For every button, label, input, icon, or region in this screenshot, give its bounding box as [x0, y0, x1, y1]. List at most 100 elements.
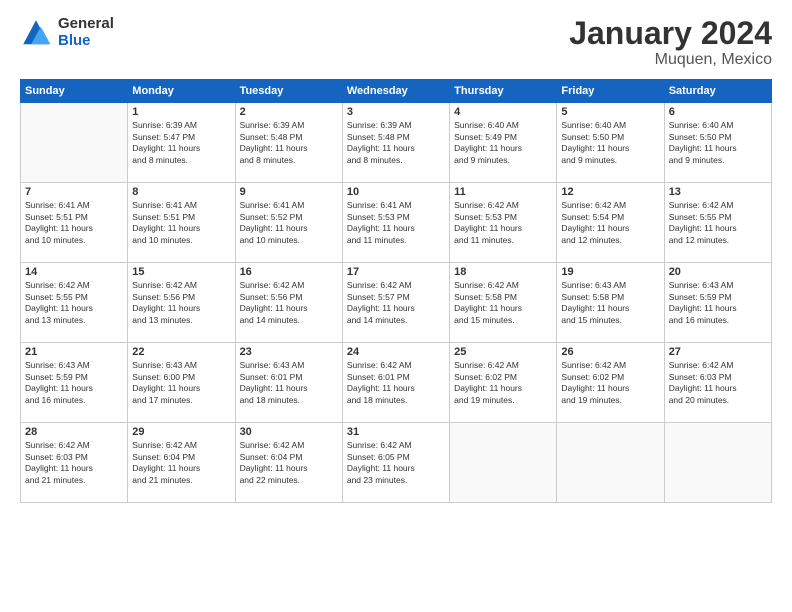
calendar-cell: 5 Sunrise: 6:40 AM Sunset: 5:50 PM Daylig… [557, 103, 664, 183]
day-number: 15 [132, 266, 230, 278]
day-info: Sunrise: 6:43 AM Sunset: 6:01 PM Dayligh… [240, 360, 338, 406]
day-number: 24 [347, 346, 445, 358]
calendar-cell: 6 Sunrise: 6:40 AM Sunset: 5:50 PM Daylig… [664, 103, 771, 183]
calendar-cell [664, 423, 771, 503]
day-number: 5 [561, 106, 659, 118]
day-number: 11 [454, 186, 552, 198]
calendar-cell: 29Sunrise: 6:42 AM Sunset: 6:04 PM Dayli… [128, 423, 235, 503]
title-block: January 2024 Muquen, Mexico [569, 16, 772, 69]
page-header: General Blue January 2024 Muquen, Mexico [20, 16, 772, 69]
day-info: Sunrise: 6:39 AM Sunset: 5:48 PM Dayligh… [240, 120, 338, 166]
day-info: Sunrise: 6:42 AM Sunset: 6:05 PM Dayligh… [347, 440, 445, 486]
day-number: 29 [132, 426, 230, 438]
calendar-cell: 10Sunrise: 6:41 AM Sunset: 5:53 PM Dayli… [342, 183, 449, 263]
day-info: Sunrise: 6:42 AM Sunset: 6:01 PM Dayligh… [347, 360, 445, 406]
day-info: Sunrise: 6:42 AM Sunset: 5:56 PM Dayligh… [132, 280, 230, 326]
day-header-friday: Friday [557, 80, 664, 103]
day-info: Sunrise: 6:42 AM Sunset: 5:56 PM Dayligh… [240, 280, 338, 326]
day-header-tuesday: Tuesday [235, 80, 342, 103]
day-info: Sunrise: 6:43 AM Sunset: 5:59 PM Dayligh… [669, 280, 767, 326]
day-number: 23 [240, 346, 338, 358]
day-header-monday: Monday [128, 80, 235, 103]
day-number: 18 [454, 266, 552, 278]
calendar-cell [557, 423, 664, 503]
day-info: Sunrise: 6:42 AM Sunset: 6:02 PM Dayligh… [454, 360, 552, 406]
day-number: 6 [669, 106, 767, 118]
logo-blue: Blue [58, 33, 114, 50]
calendar-header: SundayMondayTuesdayWednesdayThursdayFrid… [21, 80, 772, 103]
calendar-subtitle: Muquen, Mexico [569, 51, 772, 69]
day-number: 13 [669, 186, 767, 198]
day-number: 9 [240, 186, 338, 198]
day-number: 20 [669, 266, 767, 278]
day-info: Sunrise: 6:39 AM Sunset: 5:47 PM Dayligh… [132, 120, 230, 166]
day-info: Sunrise: 6:42 AM Sunset: 5:57 PM Dayligh… [347, 280, 445, 326]
day-header-sunday: Sunday [21, 80, 128, 103]
calendar-cell: 17 Sunrise: 6:42 AM Sunset: 5:57 PM Dayli… [342, 263, 449, 343]
calendar-cell: 27 Sunrise: 6:42 AM Sunset: 6:03 PM Dayli… [664, 343, 771, 423]
calendar-cell: 30Sunrise: 6:42 AM Sunset: 6:04 PM Dayli… [235, 423, 342, 503]
day-header-saturday: Saturday [664, 80, 771, 103]
calendar-cell: 8 Sunrise: 6:41 AM Sunset: 5:51 PM Daylig… [128, 183, 235, 263]
calendar-cell: 9 Sunrise: 6:41 AM Sunset: 5:52 PM Daylig… [235, 183, 342, 263]
day-number: 31 [347, 426, 445, 438]
calendar-table: SundayMondayTuesdayWednesdayThursdayFrid… [20, 79, 772, 503]
day-number: 26 [561, 346, 659, 358]
calendar-cell: 2 Sunrise: 6:39 AM Sunset: 5:48 PM Daylig… [235, 103, 342, 183]
day-info: Sunrise: 6:42 AM Sunset: 5:55 PM Dayligh… [25, 280, 123, 326]
day-info: Sunrise: 6:42 AM Sunset: 5:53 PM Dayligh… [454, 200, 552, 246]
day-info: Sunrise: 6:40 AM Sunset: 5:50 PM Dayligh… [669, 120, 767, 166]
calendar-cell: 26 Sunrise: 6:42 AM Sunset: 6:02 PM Dayli… [557, 343, 664, 423]
day-number: 8 [132, 186, 230, 198]
day-info: Sunrise: 6:42 AM Sunset: 6:02 PM Dayligh… [561, 360, 659, 406]
day-number: 3 [347, 106, 445, 118]
calendar-cell: 1 Sunrise: 6:39 AM Sunset: 5:47 PM Daylig… [128, 103, 235, 183]
day-number: 14 [25, 266, 123, 278]
calendar-cell: 22 Sunrise: 6:43 AM Sunset: 6:00 PM Dayli… [128, 343, 235, 423]
day-number: 28 [25, 426, 123, 438]
calendar-cell: 25 Sunrise: 6:42 AM Sunset: 6:02 PM Dayli… [450, 343, 557, 423]
day-info: Sunrise: 6:40 AM Sunset: 5:50 PM Dayligh… [561, 120, 659, 166]
calendar-cell: 13 Sunrise: 6:42 AM Sunset: 5:55 PM Dayli… [664, 183, 771, 263]
day-info: Sunrise: 6:41 AM Sunset: 5:52 PM Dayligh… [240, 200, 338, 246]
calendar-cell [21, 103, 128, 183]
calendar-cell: 16 Sunrise: 6:42 AM Sunset: 5:56 PM Dayli… [235, 263, 342, 343]
day-info: Sunrise: 6:43 AM Sunset: 6:00 PM Dayligh… [132, 360, 230, 406]
day-number: 27 [669, 346, 767, 358]
day-number: 30 [240, 426, 338, 438]
calendar-cell: 18 Sunrise: 6:42 AM Sunset: 5:58 PM Dayli… [450, 263, 557, 343]
day-info: Sunrise: 6:40 AM Sunset: 5:49 PM Dayligh… [454, 120, 552, 166]
day-info: Sunrise: 6:42 AM Sunset: 5:58 PM Dayligh… [454, 280, 552, 326]
calendar-cell: 11 Sunrise: 6:42 AM Sunset: 5:53 PM Dayli… [450, 183, 557, 263]
day-info: Sunrise: 6:41 AM Sunset: 5:51 PM Dayligh… [25, 200, 123, 246]
day-number: 22 [132, 346, 230, 358]
day-number: 1 [132, 106, 230, 118]
day-number: 16 [240, 266, 338, 278]
day-info: Sunrise: 6:39 AM Sunset: 5:48 PM Dayligh… [347, 120, 445, 166]
day-info: Sunrise: 6:43 AM Sunset: 5:58 PM Dayligh… [561, 280, 659, 326]
day-info: Sunrise: 6:42 AM Sunset: 5:55 PM Dayligh… [669, 200, 767, 246]
day-info: Sunrise: 6:41 AM Sunset: 5:53 PM Dayligh… [347, 200, 445, 246]
calendar-cell: 19Sunrise: 6:43 AM Sunset: 5:58 PM Dayli… [557, 263, 664, 343]
day-info: Sunrise: 6:42 AM Sunset: 6:03 PM Dayligh… [669, 360, 767, 406]
calendar-cell: 23 Sunrise: 6:43 AM Sunset: 6:01 PM Dayli… [235, 343, 342, 423]
calendar-cell: 15 Sunrise: 6:42 AM Sunset: 5:56 PM Dayli… [128, 263, 235, 343]
day-number: 17 [347, 266, 445, 278]
calendar-cell: 31 Sunrise: 6:42 AM Sunset: 6:05 PM Dayli… [342, 423, 449, 503]
day-info: Sunrise: 6:42 AM Sunset: 6:03 PM Dayligh… [25, 440, 123, 486]
day-info: Sunrise: 6:41 AM Sunset: 5:51 PM Dayligh… [132, 200, 230, 246]
day-header-thursday: Thursday [450, 80, 557, 103]
day-info: Sunrise: 6:43 AM Sunset: 5:59 PM Dayligh… [25, 360, 123, 406]
calendar-cell: 21Sunrise: 6:43 AM Sunset: 5:59 PM Dayli… [21, 343, 128, 423]
day-number: 25 [454, 346, 552, 358]
day-header-wednesday: Wednesday [342, 80, 449, 103]
calendar-cell: 7Sunrise: 6:41 AM Sunset: 5:51 PM Daylig… [21, 183, 128, 263]
logo: General Blue [20, 16, 114, 49]
logo-general: General [58, 16, 114, 33]
day-number: 2 [240, 106, 338, 118]
day-info: Sunrise: 6:42 AM Sunset: 5:54 PM Dayligh… [561, 200, 659, 246]
logo-text: General Blue [58, 16, 114, 49]
calendar-cell: 12Sunrise: 6:42 AM Sunset: 5:54 PM Dayli… [557, 183, 664, 263]
calendar-cell [450, 423, 557, 503]
calendar-title: January 2024 [569, 16, 772, 51]
